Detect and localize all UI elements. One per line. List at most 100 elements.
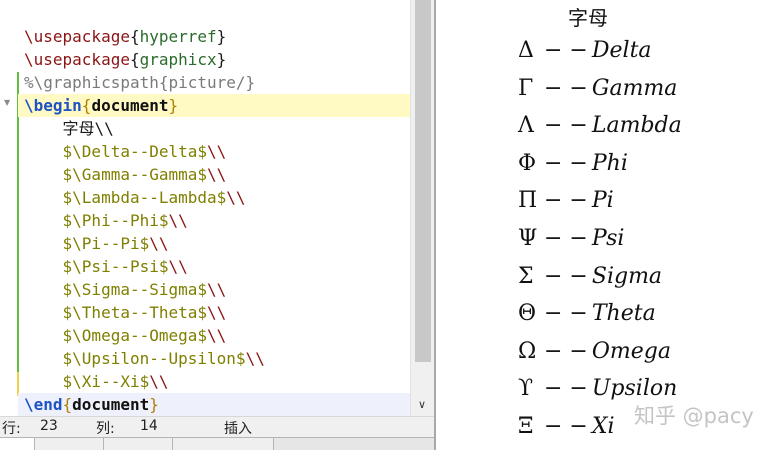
code-line[interactable]: \usepackage{graphicx} [24,48,414,71]
greek-letter-row: Λ − − Lambda [518,113,682,138]
double-dash: − − [544,150,588,176]
code-token: \usepackage [24,27,130,46]
code-line[interactable]: \end{document} [18,393,414,416]
letter-name: Psi [591,226,625,251]
editor-gutter [0,0,18,416]
code-token: \\ [245,349,265,368]
code-token: hyperref [139,27,217,46]
code-line[interactable]: %\graphicspath{picture/} [24,71,414,94]
bottom-tab-4[interactable] [173,438,274,450]
fold-range-line [17,72,19,396]
greek-letter-row: Φ − − Phi [518,151,628,176]
code-line[interactable]: $\Xi--Xi$\\ [24,370,414,393]
bottom-tab-1[interactable] [0,438,35,450]
code-lines[interactable]: \usepackage{hyperref} \usepackage{graphic… [18,25,414,416]
code-line[interactable]: $\Psi--Psi$\\ [24,255,414,278]
code-line[interactable]: $\Pi--Pi$\\ [24,232,414,255]
double-dash: − − [544,376,588,402]
row-label: 行: [2,421,21,437]
code-line[interactable]: $\Omega--Omega$\\ [24,324,414,347]
pdf-preview: 字母 Δ − − Delta Γ − − Gamma Λ − − Lambda Φ − − Phi Π −… [436,0,784,450]
code-token: } [149,395,159,414]
double-dash: − − [544,263,588,289]
greek-letter-row: Π − − Pi [518,188,614,213]
letter-name: Sigma [591,263,663,289]
code-line[interactable]: \usepackage{hyperref} [24,25,414,48]
code-token: } [216,27,227,46]
code-token: \\ [207,142,227,161]
greek-symbol: Π [518,188,538,214]
greek-symbol: Θ [518,301,537,327]
code-token: \\ [168,257,188,276]
greek-symbol: Ω [518,338,537,364]
letter-name: Xi [591,414,615,439]
code-token: \\ [207,326,227,345]
double-dash: − − [544,188,588,214]
code-token: { [129,50,140,69]
code-line[interactable]: $\Gamma--Gamma$\\ [24,163,414,186]
double-dash: − − [544,301,588,327]
code-token: graphicx [139,50,217,69]
col-label: 列: [96,421,115,437]
double-dash: − − [544,414,588,439]
double-dash: − − [544,113,588,139]
source-editor[interactable]: ▼ \usepackage{hyperref} \usepackage{graph… [0,0,434,450]
code-token: document [91,96,169,115]
code-token: $\Pi--Pi$ [62,234,150,253]
code-token: } [168,96,179,115]
code-token: $\Xi--Xi$ [62,372,150,391]
letter-name: Pi [591,188,614,214]
greek-letter-row: Ψ − − Psi [518,226,624,251]
code-token: { [129,27,140,46]
code-token: $\Phi--Phi$ [62,211,169,230]
code-token: \\ [149,234,169,253]
greek-letter-row: Ω − − Omega [518,339,671,364]
greek-symbol: Γ [518,75,534,101]
code-token: } [216,50,227,69]
greek-symbol: Φ [518,150,537,176]
greek-symbol: ϒ [518,376,534,402]
letter-name: Delta [591,38,652,63]
output-title: 字母 [568,6,608,30]
code-line[interactable]: $\Theta--Theta$\\ [24,301,414,324]
letter-name: Theta [591,301,656,327]
bottom-tab-2[interactable] [35,438,104,450]
double-dash: − − [544,38,588,63]
scrollbar-thumb[interactable] [415,0,431,362]
code-line[interactable]: $\Lambda--Lambda$\\ [24,186,414,209]
greek-symbol: Δ [518,38,534,63]
col-value: 14 [140,418,158,434]
code-line[interactable]: $\Phi--Phi$\\ [24,209,414,232]
watermark: 知乎 @pacy [634,404,754,428]
code-line[interactable]: $\Sigma--Sigma$\\ [24,278,414,301]
code-token: \\ [207,303,227,322]
greek-symbol: Ψ [518,226,538,251]
fold-marker-icon[interactable]: ▼ [4,98,10,107]
code-token: \end [24,395,63,414]
chevron-down-icon[interactable]: ∨ [418,398,426,411]
greek-letter-row: Θ − − Theta [518,301,656,326]
code-line[interactable]: 字母\\ [24,117,414,140]
greek-symbol: Σ [518,263,534,289]
code-line[interactable]: $\Delta--Delta$\\ [24,140,414,163]
code-token: { [81,96,92,115]
double-dash: − − [544,75,588,101]
letter-name: Omega [591,338,671,364]
code-line[interactable]: \begin{document} [18,94,414,117]
code-line[interactable]: $\Upsilon--Upsilon$\\ [24,347,414,370]
vertical-scrollbar[interactable]: ∨ [410,0,434,416]
greek-letter-row: Δ − − Delta [518,38,652,63]
bottom-tab-3[interactable] [104,438,173,450]
double-dash: − − [544,338,588,364]
greek-letter-row: ϒ − − Upsilon [518,376,677,401]
greek-symbol: Ξ [518,414,534,439]
